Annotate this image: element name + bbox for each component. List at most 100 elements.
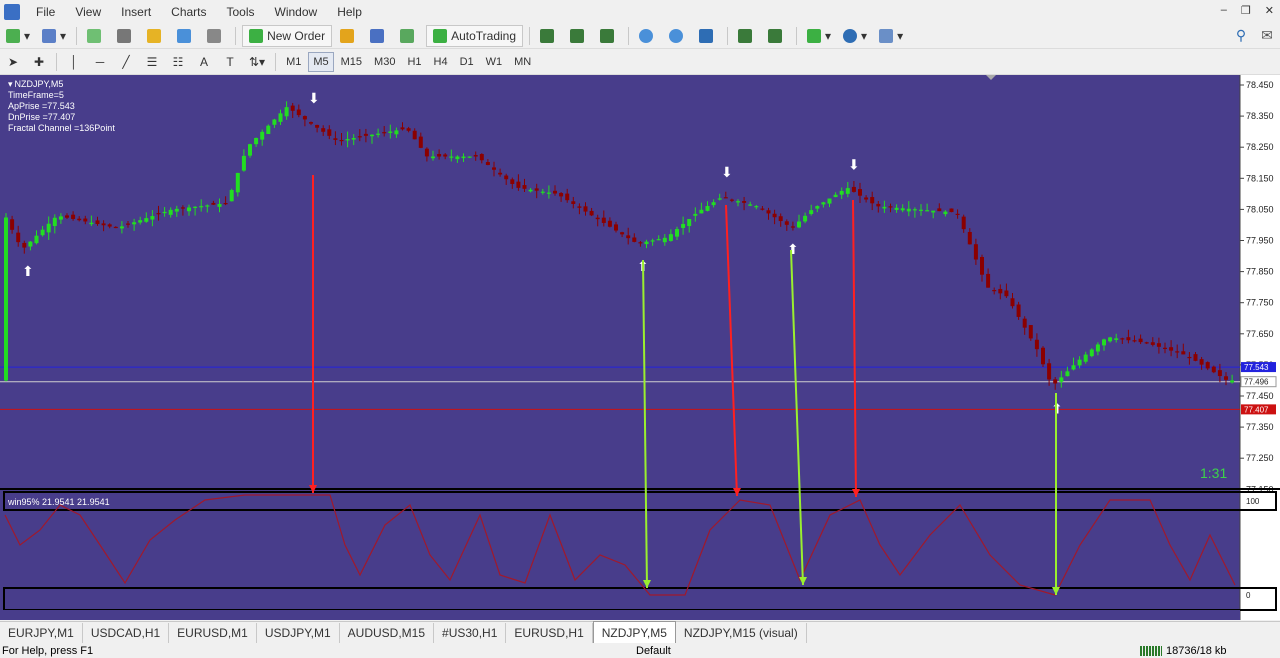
- ap-price-text: ApPrise =77.543: [8, 101, 75, 111]
- menu-charts[interactable]: Charts: [161, 0, 216, 24]
- menu-tools[interactable]: Tools: [217, 0, 265, 24]
- trendline-icon: ╱: [122, 54, 130, 69]
- arrows-button[interactable]: ⇅▾: [245, 51, 269, 73]
- y-tick-label: 78.150: [1246, 173, 1274, 183]
- text-label-button[interactable]: T: [219, 51, 241, 73]
- cursor-button[interactable]: ➤: [2, 51, 24, 73]
- autotrading-button[interactable]: AutoTrading: [426, 24, 524, 47]
- tab-eurusd-m1[interactable]: EURUSD,M1: [169, 623, 257, 643]
- timeframe-d1[interactable]: D1: [455, 52, 479, 72]
- candle-body: [1169, 347, 1174, 351]
- candle-body: [71, 214, 76, 219]
- trendline-button[interactable]: ╱: [115, 51, 137, 73]
- search-button[interactable]: ⚲: [1230, 25, 1252, 47]
- toolbar-separator: [796, 26, 798, 45]
- candle-body: [34, 235, 39, 244]
- horizontal-line-button[interactable]: ─: [89, 51, 111, 73]
- status-bar: For Help, press F1 Default 18736/18 kb: [0, 644, 1280, 658]
- zoom-out-button[interactable]: [665, 25, 691, 47]
- menu-file[interactable]: File: [26, 0, 65, 24]
- candlestick-button[interactable]: [566, 25, 592, 47]
- tab-usdcad-h1[interactable]: USDCAD,H1: [83, 623, 170, 643]
- candle-body: [1138, 338, 1143, 343]
- menu-view[interactable]: View: [65, 0, 111, 24]
- timeframe-h4[interactable]: H4: [429, 52, 453, 72]
- zoom-in-button[interactable]: [635, 25, 661, 47]
- indicator-level-top: 100: [1246, 497, 1260, 506]
- restore-icon[interactable]: ❐: [1241, 4, 1251, 17]
- chat-button[interactable]: ✉: [1256, 25, 1278, 47]
- candle-body: [876, 203, 881, 207]
- terminal-button[interactable]: [173, 25, 199, 47]
- candle-body: [693, 213, 698, 216]
- chart-window[interactable]: 78.450 78.350 78.250 78.150 78.050 77.950 77.8…: [0, 75, 1280, 620]
- tab--us30-h1[interactable]: #US30,H1: [434, 623, 507, 643]
- candle-body: [937, 208, 942, 212]
- candle-body: [632, 237, 637, 242]
- crosshair-button[interactable]: ✚: [28, 51, 50, 73]
- text-button[interactable]: A: [193, 51, 215, 73]
- fibonacci-icon: ☷: [172, 54, 184, 69]
- experts-icon: [370, 28, 385, 43]
- candle-body: [864, 197, 869, 200]
- equidistant-channel-button[interactable]: ☰: [141, 51, 163, 73]
- profiles-button[interactable]: ▾: [38, 25, 70, 47]
- close-icon[interactable]: ✕: [1265, 4, 1274, 17]
- menu-insert[interactable]: Insert: [111, 0, 161, 24]
- candle-body: [1034, 339, 1039, 350]
- tab-eurjpy-m1[interactable]: EURJPY,M1: [0, 623, 83, 643]
- chart-tabs: EURJPY,M1 USDCAD,H1 EURUSD,M1 USDJPY,M1 AUDU…: [0, 621, 1280, 643]
- market-watch-button[interactable]: [83, 25, 109, 47]
- menu-window[interactable]: Window: [265, 0, 328, 24]
- minimize-icon[interactable]: –: [1221, 4, 1227, 17]
- fibonacci-button[interactable]: ☷: [167, 51, 189, 73]
- bar-chart-button[interactable]: [536, 25, 562, 47]
- tab-nzdjpy-m15-visual-[interactable]: NZDJPY,M15 (visual): [676, 623, 807, 643]
- new-chart-button[interactable]: ▾: [2, 25, 34, 47]
- templates-button[interactable]: ▾: [875, 25, 907, 47]
- metaeditor-button[interactable]: [336, 25, 362, 47]
- price-label-ap: 77.543: [1244, 363, 1269, 372]
- tab-nzdjpy-m5[interactable]: NZDJPY,M5: [592, 621, 676, 643]
- navigator-button[interactable]: [143, 25, 169, 47]
- candle-body: [1083, 354, 1088, 362]
- candle-body: [827, 198, 832, 204]
- candle-body: [4, 217, 8, 381]
- candle-body: [607, 220, 612, 227]
- price-chart[interactable]: 78.450 78.350 78.250 78.150 78.050 77.950 77.8…: [0, 75, 1280, 620]
- line-chart-button[interactable]: [596, 25, 622, 47]
- data-window-button[interactable]: [113, 25, 139, 47]
- timeframe-mn[interactable]: MN: [509, 52, 536, 72]
- collapse-icon[interactable]: ▾: [8, 79, 13, 89]
- menu-help[interactable]: Help: [327, 0, 372, 24]
- candle-body: [412, 130, 417, 140]
- tab-usdjpy-m1[interactable]: USDJPY,M1: [257, 623, 340, 643]
- horizontal-line-icon: ─: [95, 54, 105, 69]
- tab-eurusd-h1[interactable]: EURUSD,H1: [506, 623, 593, 643]
- signals-button[interactable]: [396, 25, 422, 47]
- tile-windows-button[interactable]: [695, 25, 721, 47]
- timeframe-m1[interactable]: M1: [281, 52, 306, 72]
- text-label-icon: T: [226, 54, 234, 69]
- indicators-button[interactable]: ▾: [803, 25, 835, 47]
- timeframe-h1[interactable]: H1: [402, 52, 426, 72]
- timeframe-m15[interactable]: M15: [336, 52, 367, 72]
- autoscroll-button[interactable]: [764, 25, 790, 47]
- timeframe-w1[interactable]: W1: [481, 52, 508, 72]
- timeframe-m30[interactable]: M30: [369, 52, 400, 72]
- tab-audusd-m15[interactable]: AUDUSD,M15: [340, 623, 435, 643]
- candle-body: [406, 128, 411, 131]
- candle-body: [376, 133, 381, 135]
- vertical-line-button[interactable]: │: [63, 51, 85, 73]
- candle-body: [540, 191, 545, 193]
- periods-button[interactable]: ▾: [839, 25, 871, 47]
- timeframe-m5[interactable]: M5: [308, 51, 334, 72]
- candle-body: [1095, 344, 1100, 352]
- zoom-out-icon: [669, 28, 684, 43]
- strategy-tester-button[interactable]: [203, 25, 229, 47]
- toolbar-separator: [56, 52, 57, 71]
- line-chart-icon: [600, 28, 615, 43]
- new-order-button[interactable]: New Order: [242, 24, 333, 47]
- chart-shift-button[interactable]: [734, 25, 760, 47]
- experts-button[interactable]: [366, 25, 392, 47]
